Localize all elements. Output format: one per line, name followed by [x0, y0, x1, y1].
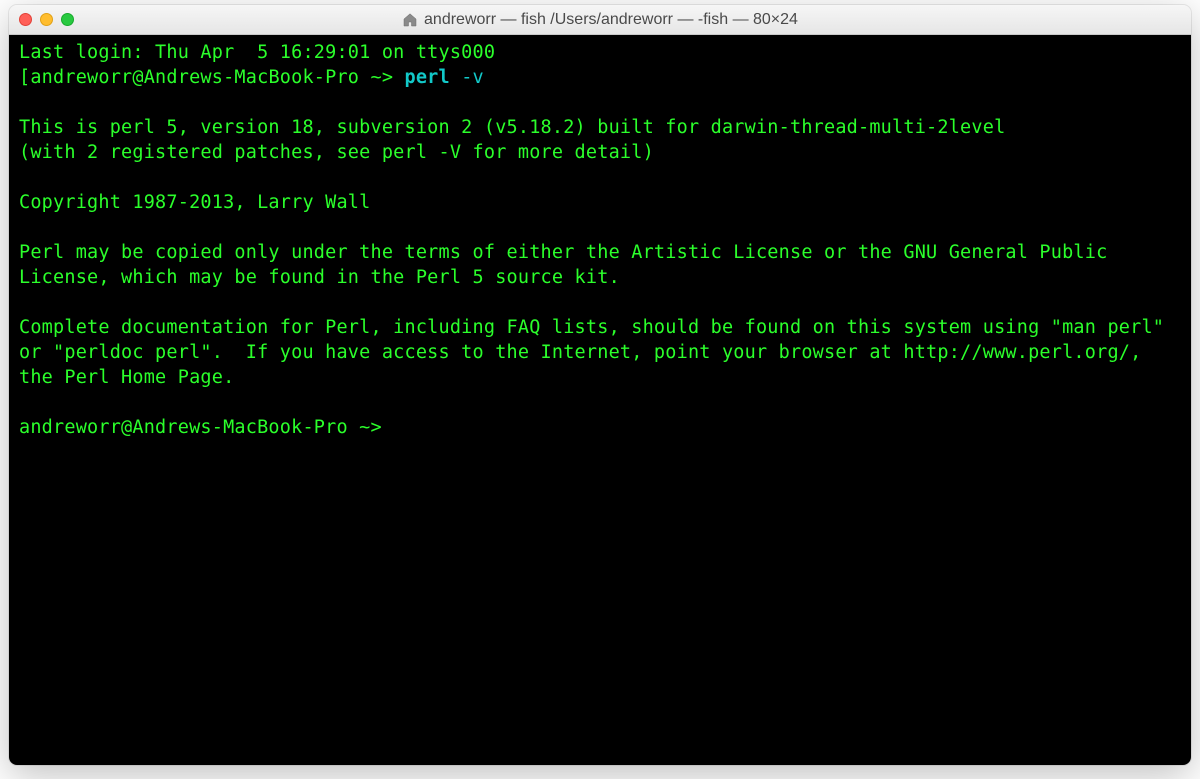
prompt-arrow: ~>: [359, 417, 382, 438]
close-button[interactable]: [19, 13, 32, 26]
traffic-lights: [19, 13, 74, 26]
prompt-open-bracket: [: [19, 67, 30, 88]
last-login-line: Last login: Thu Apr 5 16:29:01 on ttys00…: [19, 41, 1181, 66]
window-title-wrap: andreworr — fish /Users/andreworr — -fis…: [19, 11, 1181, 29]
blank-line: [19, 216, 1181, 241]
home-icon: [402, 12, 418, 28]
command-arg: -v: [450, 67, 484, 88]
prompt-hostname: andreworr@Andrews-MacBook-Pro: [19, 417, 359, 438]
window-title: andreworr — fish /Users/andreworr — -fis…: [424, 11, 798, 29]
window-titlebar[interactable]: andreworr — fish /Users/andreworr — -fis…: [9, 5, 1191, 35]
output-line: (with 2 registered patches, see perl -V …: [19, 141, 1181, 166]
output-line: This is perl 5, version 18, subversion 2…: [19, 116, 1181, 141]
terminal-window: andreworr — fish /Users/andreworr — -fis…: [9, 5, 1191, 765]
terminal-content[interactable]: Last login: Thu Apr 5 16:29:01 on ttys00…: [9, 35, 1191, 765]
prompt-arrow: ~>: [370, 67, 404, 88]
output-line: Complete documentation for Perl, includi…: [19, 316, 1181, 391]
output-line: Copyright 1987-2013, Larry Wall: [19, 191, 1181, 216]
blank-line: [19, 166, 1181, 191]
prompt-line-1: [andreworr@Andrews-MacBook-Pro ~> perl -…: [19, 66, 1181, 91]
minimize-button[interactable]: [40, 13, 53, 26]
command-name: perl: [405, 67, 450, 88]
blank-line: [19, 91, 1181, 116]
blank-line: [19, 391, 1181, 416]
prompt-line-2: andreworr@Andrews-MacBook-Pro ~>: [19, 416, 1181, 441]
prompt-hostname: andreworr@Andrews-MacBook-Pro: [30, 67, 370, 88]
output-line: Perl may be copied only under the terms …: [19, 241, 1181, 291]
maximize-button[interactable]: [61, 13, 74, 26]
blank-line: [19, 291, 1181, 316]
